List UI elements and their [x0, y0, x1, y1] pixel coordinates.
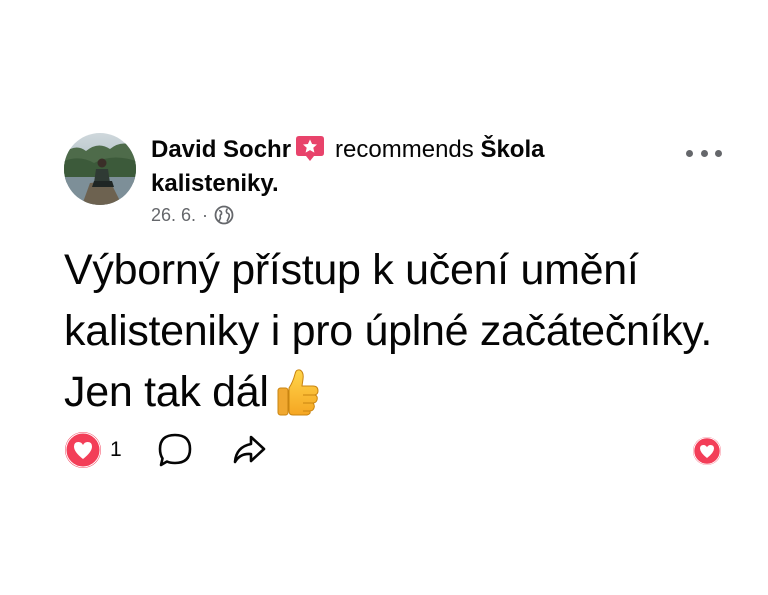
avatar[interactable] — [64, 133, 136, 205]
recommendation-post: David Sochr recommends Škola kalisteniky.… — [0, 0, 768, 595]
avatar-photo — [64, 133, 136, 205]
post-date[interactable]: 26. 6. — [151, 205, 196, 226]
heart-reaction-summary-icon[interactable] — [692, 436, 722, 466]
more-dot — [700, 149, 708, 157]
reaction-count[interactable]: 1 — [110, 438, 122, 462]
page-name[interactable]: Škola — [480, 136, 544, 163]
meta-separator: · — [202, 204, 209, 225]
more-dot — [686, 149, 693, 157]
share-icon[interactable] — [231, 432, 267, 468]
page-name-continued[interactable]: kalisteniky. — [151, 170, 279, 197]
globe-icon[interactable] — [214, 205, 234, 225]
heart-reaction-icon[interactable] — [64, 431, 102, 469]
more-options-icon[interactable] — [686, 142, 722, 164]
post-meta: 26. 6. · — [151, 203, 234, 227]
post-actions: 1 — [64, 430, 267, 470]
recommends-text: recommends — [335, 136, 474, 163]
star-badge-icon — [296, 136, 325, 161]
post-body: Výborný přístup k učení umění kalistenik… — [64, 240, 724, 423]
comment-icon[interactable] — [157, 432, 193, 468]
thumbs-up-icon — [277, 369, 319, 416]
author-name[interactable]: David Sochr — [151, 136, 291, 163]
more-dot — [715, 149, 722, 157]
post-text: Výborný přístup k učení umění kalistenik… — [64, 246, 713, 416]
post-header: David Sochr recommends Škola kalisteniky. — [151, 133, 621, 201]
